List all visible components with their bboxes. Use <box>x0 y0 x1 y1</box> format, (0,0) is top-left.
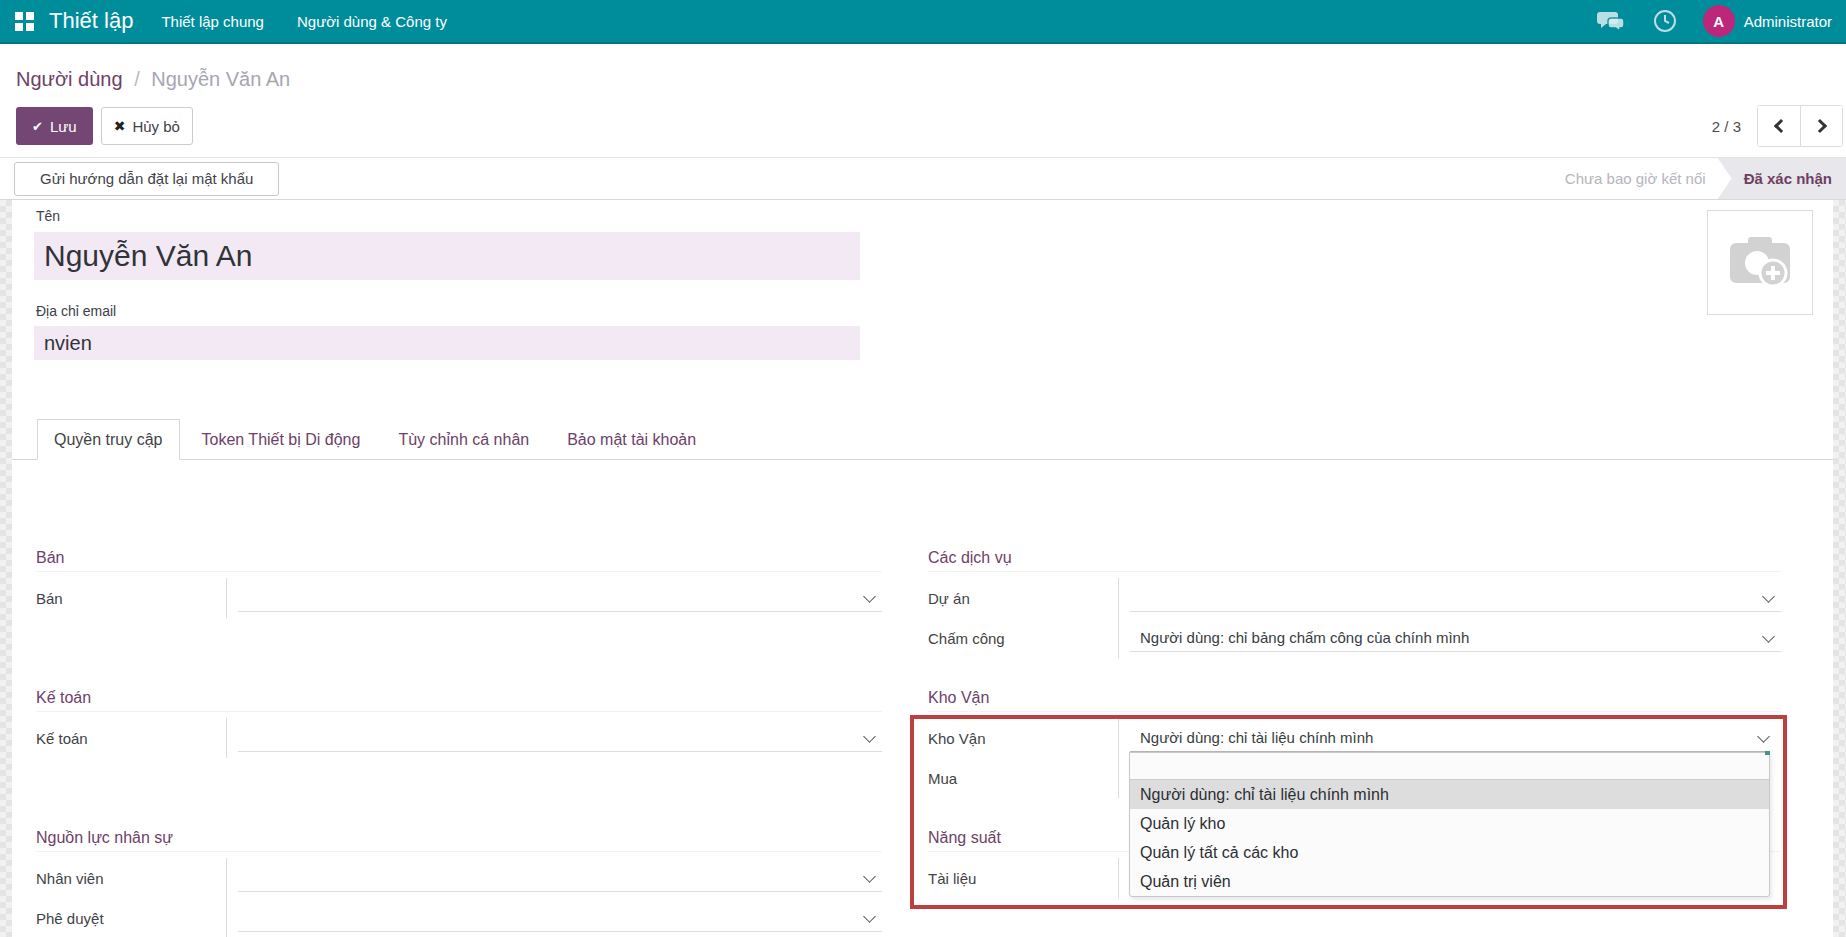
select-Kho Vận[interactable]: Người dùng: chỉ tài liệu chính mình <box>1130 724 1770 752</box>
tab-1[interactable]: Token Thiết bị Di động <box>186 419 377 460</box>
tab-3[interactable]: Bảo mật tài khoản <box>551 419 712 460</box>
section-title: Nguồn lực nhân sự <box>36 828 882 848</box>
form-row: Phê duyệt <box>36 898 882 937</box>
chevron-down-icon <box>1762 630 1775 643</box>
apps-grid-icon[interactable] <box>15 12 34 31</box>
section-title: Kho Vận <box>928 688 1781 708</box>
check-icon: ✔ <box>32 119 43 134</box>
section-title: Kế toán <box>36 688 882 708</box>
close-icon: ✖ <box>114 118 126 134</box>
form-row: Bán <box>36 578 882 618</box>
discard-button[interactable]: ✖Hủy bỏ <box>101 107 193 145</box>
section-title: Các dịch vụ <box>928 548 1781 568</box>
save-button[interactable]: ✔Lưu <box>16 107 93 145</box>
chevron-down-icon <box>863 870 876 883</box>
tab-0[interactable]: Quyền truy cập <box>37 419 180 460</box>
chevron-down-icon <box>863 910 876 923</box>
app-title[interactable]: Thiết lập <box>49 8 133 34</box>
topbar: Thiết lập Thiết lập chung Người dùng & C… <box>0 0 1846 44</box>
menu-users-companies[interactable]: Người dùng & Công ty <box>297 13 447 30</box>
status-confirmed[interactable]: Đã xác nhận <box>1718 158 1846 199</box>
username[interactable]: Administrator <box>1744 13 1832 30</box>
send-password-reset-button[interactable]: Gửi hướng dẫn đặt lại mật khẩu <box>14 162 279 196</box>
breadcrumb-separator: / <box>134 68 140 90</box>
name-input[interactable]: Nguyễn Văn An <box>34 232 860 280</box>
status-bar: Gửi hướng dẫn đặt lại mật khẩu Chưa bao … <box>0 157 1846 200</box>
select-Phê duyệt[interactable] <box>238 904 882 932</box>
field-label: Kế toán <box>36 730 226 747</box>
field-label: Mua <box>928 770 1118 787</box>
dropdown-option-4[interactable]: Quản trị viên <box>1130 867 1769 896</box>
field-label: Dự án <box>928 590 1118 607</box>
camera-add-icon <box>1727 235 1793 291</box>
dropdown-option-0[interactable] <box>1130 753 1769 780</box>
form-row: Kế toán <box>36 718 882 758</box>
control-bar: Người dùng / Nguyễn Văn An ✔Lưu ✖Hủy bỏ … <box>0 44 1846 157</box>
select-Nhân viên[interactable] <box>238 864 882 892</box>
form-row: Chấm công Người dùng: chỉ bảng chấm công … <box>928 618 1781 658</box>
dropdown-option-3[interactable]: Quản lý tất cả các kho <box>1130 838 1769 867</box>
breadcrumb-current: Nguyễn Văn An <box>151 68 290 90</box>
select-Bán[interactable] <box>238 584 882 612</box>
menu-general-settings[interactable]: Thiết lập chung <box>161 13 264 30</box>
status-never-connected[interactable]: Chưa bao giờ kết nối <box>1565 158 1718 199</box>
chevron-down-icon <box>1762 590 1775 603</box>
pager-counter: 2 / 3 <box>1712 118 1741 135</box>
user-avatar[interactable]: A <box>1703 5 1735 37</box>
field-label: Kho Vận <box>928 730 1118 747</box>
chevron-left-icon <box>1774 119 1788 133</box>
activity-clock-icon[interactable] <box>1653 9 1677 33</box>
dropdown-option-1[interactable]: Người dùng: chỉ tài liệu chính mình <box>1130 780 1769 809</box>
inventory-dropdown-list: Người dùng: chỉ tài liệu chính mìnhQuản … <box>1129 752 1770 897</box>
field-label: Phê duyệt <box>36 910 226 927</box>
tab-2[interactable]: Tùy chỉnh cá nhân <box>382 419 545 460</box>
field-label: Chấm công <box>928 630 1118 647</box>
form-row: Dự án <box>928 578 1781 618</box>
select-Kế toán[interactable] <box>238 724 882 752</box>
email-label: Địa chỉ email <box>36 303 116 319</box>
name-label: Tên <box>36 208 60 224</box>
field-label: Bán <box>36 590 226 607</box>
messages-icon[interactable] <box>1597 9 1627 33</box>
select-Chấm công[interactable]: Người dùng: chỉ bảng chấm công của chính… <box>1130 624 1781 652</box>
breadcrumb: Người dùng / Nguyễn Văn An <box>16 68 290 91</box>
form-row: Nhân viên <box>36 858 882 898</box>
select-Dự án[interactable] <box>1130 584 1781 612</box>
section-title: Bán <box>36 548 882 568</box>
notebook-tabs: Quyền truy cậpToken Thiết bị Di độngTùy … <box>12 419 1833 460</box>
pager-previous-button[interactable] <box>1758 106 1800 146</box>
chevron-down-icon <box>1757 730 1770 743</box>
dropdown-option-2[interactable]: Quản lý kho <box>1130 809 1769 838</box>
chevron-down-icon <box>863 590 876 603</box>
email-input[interactable]: nvien <box>34 326 860 360</box>
field-label: Tài liệu <box>928 870 1118 887</box>
chevron-down-icon <box>863 730 876 743</box>
chevron-right-icon <box>1812 119 1826 133</box>
field-label: Nhân viên <box>36 870 226 887</box>
pager-next-button[interactable] <box>1800 106 1842 146</box>
left-transparency-strip <box>0 200 12 937</box>
right-transparency-strip <box>1833 200 1846 937</box>
profile-image-upload[interactable] <box>1707 210 1813 315</box>
breadcrumb-users[interactable]: Người dùng <box>16 68 123 90</box>
topbar-menu: Thiết lập chung Người dùng & Công ty <box>161 13 447 30</box>
